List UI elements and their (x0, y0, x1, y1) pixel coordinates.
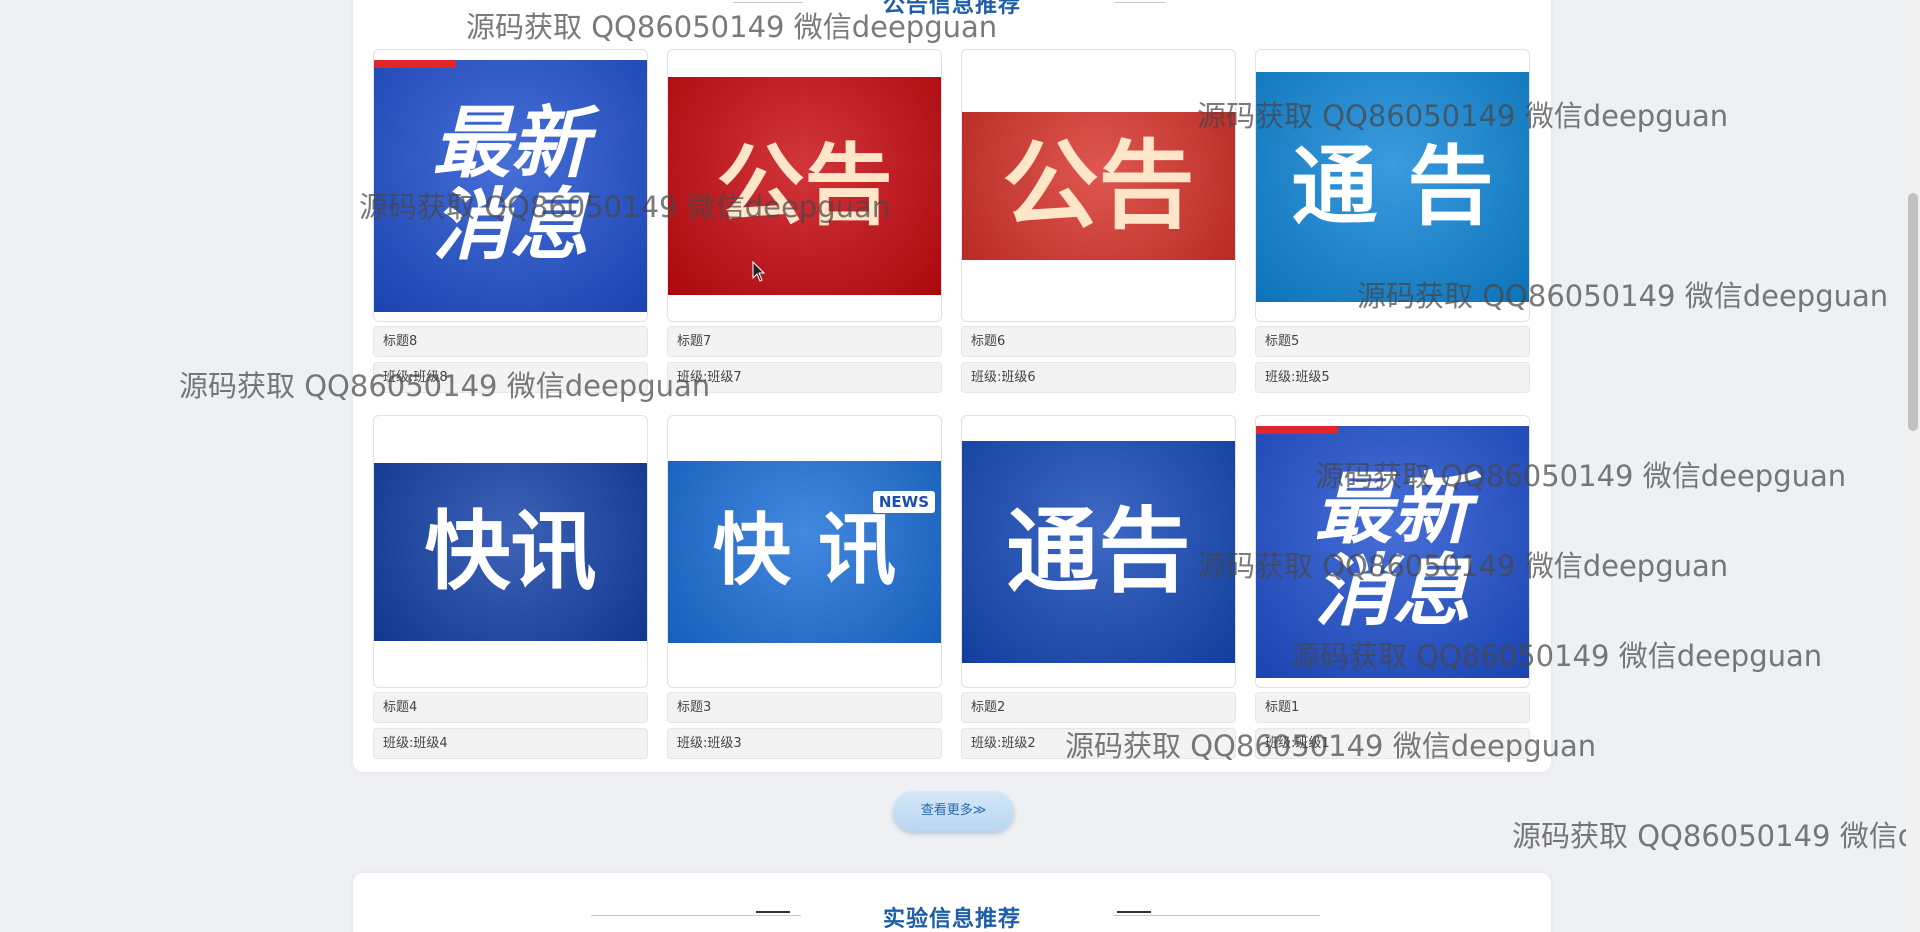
section-title-experiments: 实验信息推荐 (882, 907, 1021, 932)
card-class: 班级:班级4 (373, 728, 648, 759)
poster-image: 公告 (668, 77, 941, 295)
card-image[interactable]: 公告 (961, 49, 1236, 322)
poster-text: 最新 消息 (432, 99, 589, 271)
card-title[interactable]: 标题8 (373, 326, 648, 357)
title-decoration-right-dark (1117, 911, 1151, 913)
poster-image: 最新 消息 (374, 60, 647, 312)
mouse-cursor-icon (752, 261, 766, 282)
card-class: 班级:班级1 (1255, 728, 1530, 759)
poster-image: 通告 (962, 441, 1235, 663)
card-image[interactable]: 通 告 (1255, 49, 1530, 322)
card-image[interactable]: 通告 (961, 415, 1236, 688)
poster-red-stripe (1256, 426, 1338, 434)
card-title[interactable]: 标题3 (667, 692, 942, 723)
card-title[interactable]: 标题7 (667, 326, 942, 357)
card-title[interactable]: 标题1 (1255, 692, 1530, 723)
card-image[interactable]: 公告 (667, 49, 942, 322)
title-decoration-right (1115, 2, 1165, 3)
poster-red-stripe (374, 60, 456, 68)
poster-text: 公告 (716, 133, 893, 237)
poster-text: 最新 消息 (1314, 465, 1471, 637)
scrollbar-thumb[interactable] (1908, 193, 1918, 431)
card-image[interactable]: 快讯 (373, 415, 648, 688)
card-class: 班级:班级3 (667, 728, 942, 759)
card-class: 班级:班级5 (1255, 362, 1530, 393)
card-title[interactable]: 标题4 (373, 692, 648, 723)
title-decoration-right (1113, 915, 1320, 916)
card-class: 班级:班级7 (667, 362, 942, 393)
card-class: 班级:班级8 (373, 362, 648, 393)
card-image[interactable]: 最新 消息 (1255, 415, 1530, 688)
card-class: 班级:班级2 (961, 728, 1236, 759)
card-class: 班级:班级6 (961, 362, 1236, 393)
poster-image: 快讯 (374, 463, 647, 641)
section-title-announcements: 公告信息推荐 (882, 0, 1021, 18)
card-image[interactable]: 快 讯 NEWS (667, 415, 942, 688)
card-title[interactable]: 标题5 (1255, 326, 1530, 357)
poster-text: 快 讯 (712, 506, 897, 597)
view-more-button[interactable]: 查看更多≫ (893, 791, 1014, 831)
poster-text: 通 告 (1291, 136, 1494, 237)
experiment-panel: 实验信息推荐 (353, 873, 1551, 932)
scrollbar-track[interactable] (1906, 0, 1920, 932)
poster-text: 通告 (1006, 497, 1191, 605)
poster-image: 公告 (962, 112, 1235, 260)
card-image[interactable]: 最新 消息 (373, 49, 648, 322)
card-title[interactable]: 标题6 (961, 326, 1236, 357)
news-badge: NEWS (872, 491, 935, 513)
poster-image: 快 讯 NEWS (668, 461, 941, 643)
poster-image: 最新 消息 (1256, 426, 1529, 678)
poster-text: 快讯 (424, 501, 597, 602)
watermark-text: 源码获取 QQ86050149 微信d (1512, 819, 1917, 853)
poster-text: 公告 (1002, 129, 1195, 242)
card-title[interactable]: 标题2 (961, 692, 1236, 723)
poster-image: 通 告 (1256, 72, 1529, 302)
